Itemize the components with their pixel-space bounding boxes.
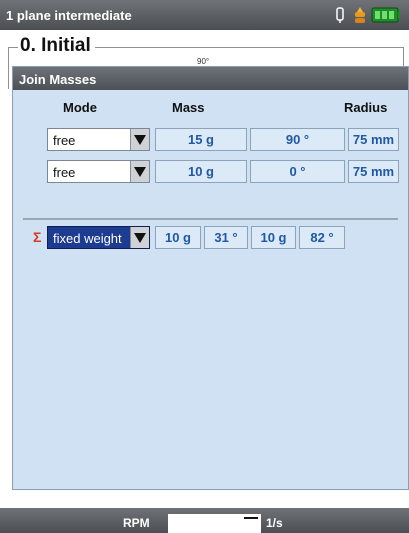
result-angle-2[interactable]: 82 ° — [299, 226, 345, 249]
radius-cell-row-2[interactable]: 75 mm — [348, 160, 399, 183]
main-screen: 0. Initial 90° Join Masses Mode Mass Rad… — [0, 30, 409, 508]
dropdown-arrow-icon[interactable] — [130, 227, 149, 248]
compass-label: 90° — [197, 57, 210, 66]
result-angle-1[interactable]: 31 ° — [204, 226, 248, 249]
footer-bar: RPM 1/s — [0, 508, 409, 533]
mass-column-header: Mass — [172, 100, 205, 115]
rpm-unit: 1/s — [266, 516, 283, 530]
dialog-title: Join Masses — [13, 67, 408, 90]
mode-select-row-2[interactable]: free — [47, 160, 150, 183]
dropdown-arrow-icon[interactable] — [130, 129, 149, 150]
mode-select-row-1[interactable]: free — [47, 128, 150, 151]
mode-select-value: free — [53, 165, 76, 180]
join-masses-dialog: Join Masses Mode Mass Radius free 15 g 9… — [12, 66, 409, 490]
result-mass-2[interactable]: 10 g — [251, 226, 296, 249]
result-mode-value: fixed weight — [53, 231, 122, 246]
result-divider — [23, 218, 398, 220]
app-title: 1 plane intermediate — [6, 8, 132, 23]
angle-cell-row-2[interactable]: 0 ° — [250, 160, 345, 183]
mass-cell-row-1[interactable]: 15 g — [155, 128, 247, 151]
title-bar: 1 plane intermediate — [0, 0, 409, 30]
angle-cell-row-1[interactable]: 90 ° — [250, 128, 345, 151]
radius-column-header: Radius — [344, 100, 388, 115]
section-title: 0. Initial — [18, 35, 95, 57]
dropdown-arrow-icon[interactable] — [130, 161, 149, 182]
result-mass-1[interactable]: 10 g — [155, 226, 201, 249]
mass-cell-row-2[interactable]: 10 g — [155, 160, 247, 183]
probe-icon — [336, 7, 344, 23]
sum-icon: Σ — [33, 229, 42, 245]
status-icons — [335, 5, 401, 25]
mode-column-header: Mode — [63, 100, 97, 115]
rpm-label: RPM — [123, 516, 150, 530]
result-mode-select[interactable]: fixed weight — [47, 226, 150, 249]
rpm-dash — [244, 517, 258, 519]
mode-select-value: free — [53, 133, 76, 148]
radius-cell-row-1[interactable]: 75 mm — [348, 128, 399, 151]
battery-icon — [371, 7, 400, 23]
drops-icon — [355, 7, 365, 23]
